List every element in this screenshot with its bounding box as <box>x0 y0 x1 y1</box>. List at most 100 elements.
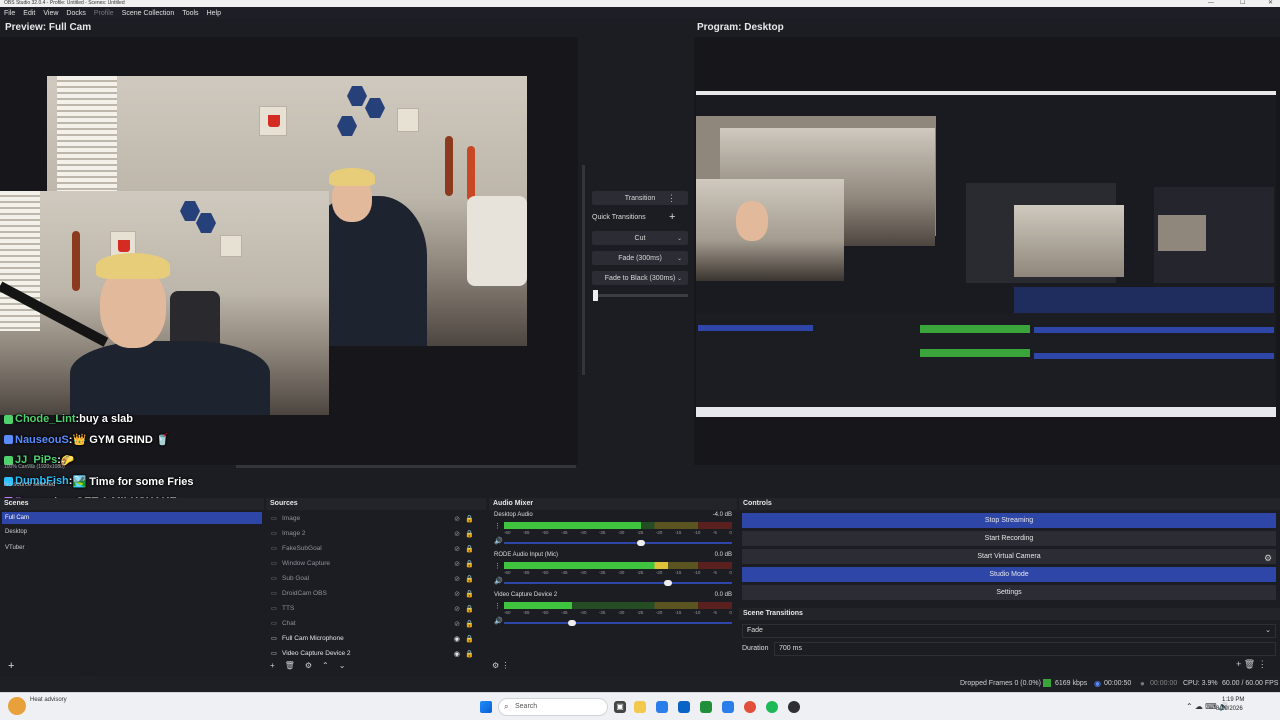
volume-slider-track[interactable] <box>504 582 732 584</box>
channel-menu-icon[interactable]: ⋮ <box>494 602 501 610</box>
maximize-icon[interactable]: ☐ <box>1240 0 1245 7</box>
transition-button[interactable]: Transition ⋮ <box>592 191 688 205</box>
transition-more-icon[interactable]: ⋮ <box>1258 659 1267 669</box>
spotify-icon[interactable] <box>766 701 778 713</box>
lock-icon[interactable]: 🔒 <box>465 590 474 598</box>
move-up-icon[interactable]: ⌃ <box>322 661 329 670</box>
file-explorer-icon[interactable] <box>634 701 646 713</box>
lock-icon[interactable]: 🔒 <box>465 545 474 553</box>
source-name: FakeSubGoal <box>282 545 322 552</box>
channel-menu-icon[interactable]: ⋮ <box>494 522 501 530</box>
source-item[interactable]: ▭ Image 2 ⊘ 🔒 <box>270 526 478 541</box>
quick-transition-cut[interactable]: Cut ⌄ <box>592 231 688 245</box>
remove-source-icon[interactable]: 🗑 <box>285 661 295 670</box>
source-item[interactable]: ▭ Video Capture Device 2 ◉ 🔒 <box>270 646 478 661</box>
tbar-track[interactable] <box>598 294 688 297</box>
obs-icon[interactable] <box>788 701 800 713</box>
clock-date[interactable]: 8/19/2026 <box>1216 706 1243 712</box>
app-icon[interactable] <box>722 701 734 713</box>
source-item[interactable]: ▭ DroidCam OBS ⊘ 🔒 <box>270 586 478 601</box>
eye-hidden-icon[interactable]: ⊘ <box>454 515 460 523</box>
remove-transition-icon[interactable]: 🗑 <box>1244 659 1255 669</box>
source-properties-icon[interactable]: ⚙ <box>305 661 312 670</box>
volume-slider-track[interactable] <box>504 542 732 544</box>
stop-streaming-button[interactable]: Stop Streaming <box>742 513 1276 528</box>
move-down-icon[interactable]: ⌄ <box>339 661 346 670</box>
lock-icon[interactable]: 🔒 <box>465 560 474 568</box>
start-recording-button[interactable]: Start Recording <box>742 531 1276 546</box>
meter-scale: -60 -55 -50 -45 -40 -35 -30 -25 -20 -15 -10 -5 0 <box>504 530 732 535</box>
menu-help[interactable]: Help <box>207 10 221 17</box>
speaker-icon[interactable]: 🔊 <box>494 617 503 625</box>
transition-select[interactable]: Fade ⌄ <box>742 624 1276 638</box>
menu-scene-collection[interactable]: Scene Collection <box>122 10 175 17</box>
scene-item-full-cam[interactable]: Full Cam <box>2 512 262 524</box>
speaker-icon[interactable]: 🔊 <box>494 537 503 545</box>
chrome-icon[interactable] <box>744 701 756 713</box>
add-transition-icon[interactable]: + <box>1236 659 1241 669</box>
eye-hidden-icon[interactable]: ⊘ <box>454 530 460 538</box>
eye-hidden-icon[interactable]: ⊘ <box>454 620 460 628</box>
add-quick-transition-icon[interactable]: + <box>669 211 675 223</box>
lock-icon[interactable]: 🔒 <box>465 650 474 658</box>
menu-profile[interactable]: Profile <box>94 10 114 17</box>
scene-item-desktop[interactable]: Desktop <box>5 529 27 535</box>
eye-icon[interactable]: ◉ <box>454 635 460 643</box>
menu-edit[interactable]: Edit <box>23 10 35 17</box>
taskbar-search[interactable]: ⌕ Search <box>498 698 608 716</box>
eye-hidden-icon[interactable]: ⊘ <box>454 560 460 568</box>
add-source-icon[interactable]: + <box>270 661 275 670</box>
volume-slider-handle[interactable] <box>664 580 673 586</box>
source-item[interactable]: ▭ Image ⊘ 🔒 <box>270 511 478 526</box>
quick-transition-fade[interactable]: Fade (300ms) ⌄ <box>592 251 688 265</box>
studio-mode-button[interactable]: Studio Mode <box>742 567 1276 582</box>
start-virtual-camera-button[interactable]: Start Virtual Camera <box>742 549 1276 564</box>
edge-icon[interactable] <box>656 701 668 713</box>
weather-icon[interactable] <box>8 697 26 715</box>
source-item[interactable]: ▭ Chat ⊘ 🔒 <box>270 616 478 631</box>
duration-input[interactable]: 700 ms <box>774 642 1276 656</box>
channel-name: Video Capture Device 2 <box>494 592 558 598</box>
menu-tools[interactable]: Tools <box>182 10 198 17</box>
eye-hidden-icon[interactable]: ⊘ <box>454 575 460 583</box>
clock-time[interactable]: 1:19 PM <box>1222 697 1244 703</box>
task-view-icon[interactable]: ▣ <box>614 701 626 713</box>
menu-docks[interactable]: Docks <box>66 10 85 17</box>
eye-icon[interactable]: ◉ <box>454 650 460 658</box>
menu-file[interactable]: File <box>4 10 15 17</box>
eye-hidden-icon[interactable]: ⊘ <box>454 590 460 598</box>
eye-hidden-icon[interactable]: ⊘ <box>454 545 460 553</box>
preview-vscrollbar[interactable] <box>582 165 585 375</box>
lock-icon[interactable]: 🔒 <box>465 620 474 628</box>
close-icon[interactable]: ✕ <box>1268 0 1273 7</box>
channel-menu-icon[interactable]: ⋮ <box>494 562 501 570</box>
eye-hidden-icon[interactable]: ⊘ <box>454 605 460 613</box>
lock-icon[interactable]: 🔒 <box>465 515 474 523</box>
source-item[interactable]: ▭ TTS ⊘ 🔒 <box>270 601 478 616</box>
lock-icon[interactable]: 🔒 <box>465 635 474 643</box>
settings-button[interactable]: Settings <box>742 585 1276 600</box>
volume-slider-track[interactable] <box>504 622 732 624</box>
source-item[interactable]: ▭ Sub Goal ⊘ 🔒 <box>270 571 478 586</box>
quick-transition-fade-black[interactable]: Fade to Black (300ms) ⌄ <box>592 271 688 285</box>
lock-icon[interactable]: 🔒 <box>465 530 474 538</box>
virtual-camera-settings-icon[interactable]: ⚙ <box>1264 553 1272 564</box>
outlook-icon[interactable] <box>678 701 690 713</box>
add-scene-icon[interactable]: + <box>8 660 14 672</box>
source-item[interactable]: ▭ Window Capture ⊘ 🔒 <box>270 556 478 571</box>
volume-slider-handle[interactable] <box>636 540 645 546</box>
meter-scale: -60 -55 -50 -45 -40 -35 -30 -25 -20 -15 -10 -5 0 <box>504 570 732 575</box>
lock-icon[interactable]: 🔒 <box>465 605 474 613</box>
dropped-frames: Dropped Frames 0 (0.0%) <box>960 680 1041 687</box>
source-item[interactable]: ▭ Full Cam Microphone ◉ 🔒 <box>270 631 478 646</box>
scene-item-vtuber[interactable]: VTuber <box>5 545 24 551</box>
store-icon[interactable] <box>700 701 712 713</box>
start-icon[interactable] <box>480 701 492 713</box>
minimize-icon[interactable]: — <box>1208 0 1214 7</box>
lock-icon[interactable]: 🔒 <box>465 575 474 583</box>
mixer-settings-icon[interactable]: ⚙ ⋮ <box>492 661 509 670</box>
speaker-icon[interactable]: 🔊 <box>494 577 503 585</box>
menu-view[interactable]: View <box>43 10 58 17</box>
source-item[interactable]: ▭ FakeSubGoal ⊘ 🔒 <box>270 541 478 556</box>
preview-scrollbar[interactable] <box>236 465 576 468</box>
